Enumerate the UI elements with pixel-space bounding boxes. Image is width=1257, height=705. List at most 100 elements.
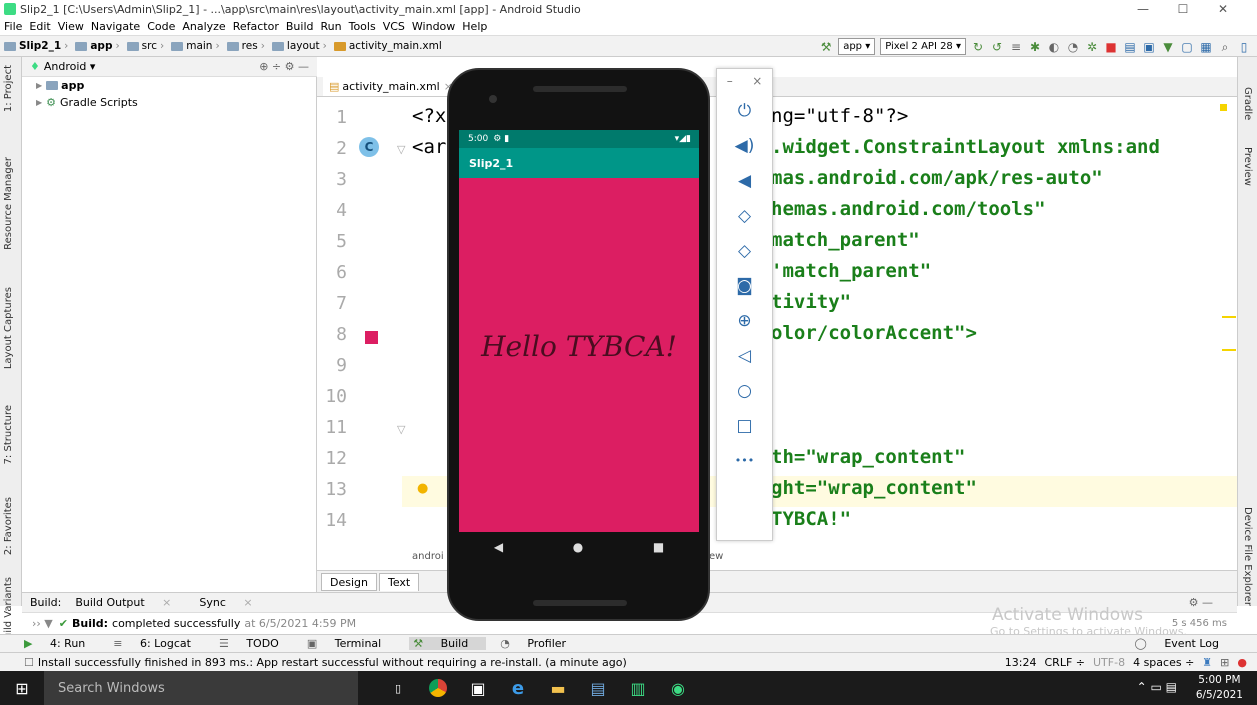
coverage-icon[interactable]: ◐ [1047,40,1061,54]
breadcrumb-src[interactable]: src › [126,40,168,52]
system-tray[interactable]: ⌃ ▭ ▤ [1137,680,1177,694]
screenshot-icon[interactable]: ◙ [717,268,772,303]
fold-icon[interactable]: ▽ [397,143,405,156]
class-badge-icon[interactable]: C [359,137,379,157]
close-emulator-button[interactable]: × [752,74,762,88]
power-icon[interactable]: ⏻ [717,93,772,128]
tab-activity-main[interactable]: ▤ activity_main.xml × [323,77,460,96]
task-view-icon[interactable]: ▯ [378,671,418,705]
overview-icon[interactable]: □ [717,408,772,443]
attach-debugger-icon[interactable]: ✲ [1085,40,1099,54]
color-swatch-icon[interactable] [365,331,378,344]
breadcrumb-project[interactable]: Slip2_1 › [4,40,71,52]
menu-refactor[interactable]: Refactor [233,20,279,33]
toggle-tool-windows-icon[interactable]: ☐ [24,656,34,669]
settings-icon[interactable]: ⚙ — [1189,596,1213,609]
breadcrumb-res[interactable]: res › [226,40,268,52]
debug-icon[interactable]: ✱ [1028,40,1042,54]
ide-features-icon[interactable]: ▯ [1237,40,1251,54]
minimize-button[interactable]: — [1123,0,1163,18]
tab-resource-manager[interactable]: Resource Manager [3,157,14,250]
error-stripe-marker[interactable] [1222,349,1236,351]
list-icon[interactable]: ≡ [1009,40,1023,54]
expand-icon[interactable]: ▶ [36,98,42,107]
sync-gradle-icon[interactable]: ▤ [1123,40,1137,54]
volume-up-icon[interactable]: ◀) [717,128,772,163]
menu-window[interactable]: Window [412,20,455,33]
tab-text[interactable]: Text [378,572,420,591]
indent-setting[interactable]: 4 spaces ÷ [1133,656,1194,669]
menu-file[interactable]: File [4,20,22,33]
tab-device-file-explorer[interactable]: Device File Explorer [1242,507,1253,606]
project-structure-icon[interactable]: ▦ [1199,40,1213,54]
avd-manager-icon[interactable]: ▣ [1142,40,1156,54]
tab-preview[interactable]: Preview [1242,147,1253,186]
layout-inspector-icon[interactable]: ▢ [1180,40,1194,54]
home-icon[interactable]: ● [573,540,583,554]
fold-icon[interactable]: ▽ [397,423,405,436]
menu-analyze[interactable]: Analyze [182,20,225,33]
apply-changes-icon[interactable]: ↻ [971,40,985,54]
emulator-screen[interactable]: 5:00 ⚙ ▮ ▾◢▮ Slip2_1 Hello TYBCA! [459,130,699,532]
tab-project[interactable]: 1: Project [3,65,14,112]
tool-run[interactable]: ▶ 4: Run [24,637,99,650]
store-icon[interactable]: ▣ [458,671,498,705]
sdk-manager-icon[interactable]: ▼ [1161,40,1175,54]
file-encoding[interactable]: UTF-8 [1093,656,1125,669]
tool-logcat[interactable]: ≡ 6: Logcat [113,637,205,650]
run-config-select[interactable]: app ▾ [838,38,876,55]
menu-edit[interactable]: Edit [29,20,50,33]
minimize-emulator-button[interactable]: – [727,74,733,88]
stop-icon[interactable]: ■ [1104,40,1118,54]
tool-terminal[interactable]: ▣ Terminal [307,637,395,650]
device-select[interactable]: Pixel 2 API 28 ▾ [880,38,966,55]
expand-icon[interactable]: ›› ▼ [32,617,53,630]
breadcrumb-main[interactable]: main › [171,40,222,52]
expand-icon[interactable]: ▶ [36,81,42,90]
tool-build[interactable]: ⚒ Build [409,637,487,650]
recents-icon[interactable]: ■ [653,540,664,554]
taskbar-clock[interactable]: 5:00 PM 6/5/2021 [1196,673,1243,703]
menu-tools[interactable]: Tools [349,20,376,33]
profile-icon[interactable]: ◔ [1066,40,1080,54]
search-icon[interactable]: ⌕ [1218,40,1232,54]
project-panel-actions[interactable]: ⊕ ÷ ⚙ — [259,60,309,73]
notification-error-icon[interactable]: ● [1237,656,1247,669]
menu-run[interactable]: Run [321,20,342,33]
tab-gradle[interactable]: Gradle [1242,87,1253,120]
apply-code-changes-icon[interactable]: ↺ [990,40,1004,54]
breadcrumb-file[interactable]: activity_main.xml [333,40,442,52]
git-icon[interactable]: ♜ [1202,656,1212,669]
warning-marker[interactable] [1220,104,1227,111]
edge-icon[interactable]: e [498,671,538,705]
tab-sync[interactable]: Sync × [199,596,266,609]
back-icon[interactable]: ◀ [494,540,503,554]
file-explorer-icon[interactable]: ▬ [538,671,578,705]
menu-code[interactable]: Code [147,20,175,33]
tree-item-gradle-scripts[interactable]: ▶ ⚙ Gradle Scripts [22,94,316,111]
line-separator[interactable]: CRLF ÷ [1045,656,1086,669]
menu-help[interactable]: Help [462,20,487,33]
tab-build-output[interactable]: Build Output × [75,596,185,609]
caret-position[interactable]: 13:24 [1005,656,1037,669]
tab-favorites[interactable]: 2: Favorites [3,497,14,555]
android-studio-taskbar-icon[interactable]: ◉ [658,671,698,705]
emulator-taskbar-icon[interactable]: ▥ [618,671,658,705]
tab-layout-captures[interactable]: Layout Captures [3,287,14,369]
back-icon[interactable]: ◁ [717,338,772,373]
error-stripe-marker[interactable] [1222,316,1236,318]
breadcrumb-layout[interactable]: layout › [271,40,330,52]
rotate-right-icon[interactable]: ◇ [717,233,772,268]
tool-todo[interactable]: ☰ TODO [219,637,293,650]
close-button[interactable]: ✕ [1203,0,1243,18]
zoom-icon[interactable]: ⊕ [717,303,772,338]
taskbar-search[interactable]: Search Windows [44,671,358,705]
rotate-left-icon[interactable]: ◇ [717,198,772,233]
chrome-icon[interactable] [418,671,458,705]
hammer-icon[interactable]: ⚒ [819,40,833,54]
volume-down-icon[interactable]: ◀ [717,163,772,198]
home-icon[interactable]: ○ [717,373,772,408]
menu-build[interactable]: Build [286,20,314,33]
menu-navigate[interactable]: Navigate [91,20,140,33]
event-log-button[interactable]: ◯ Event Log [1135,637,1233,650]
